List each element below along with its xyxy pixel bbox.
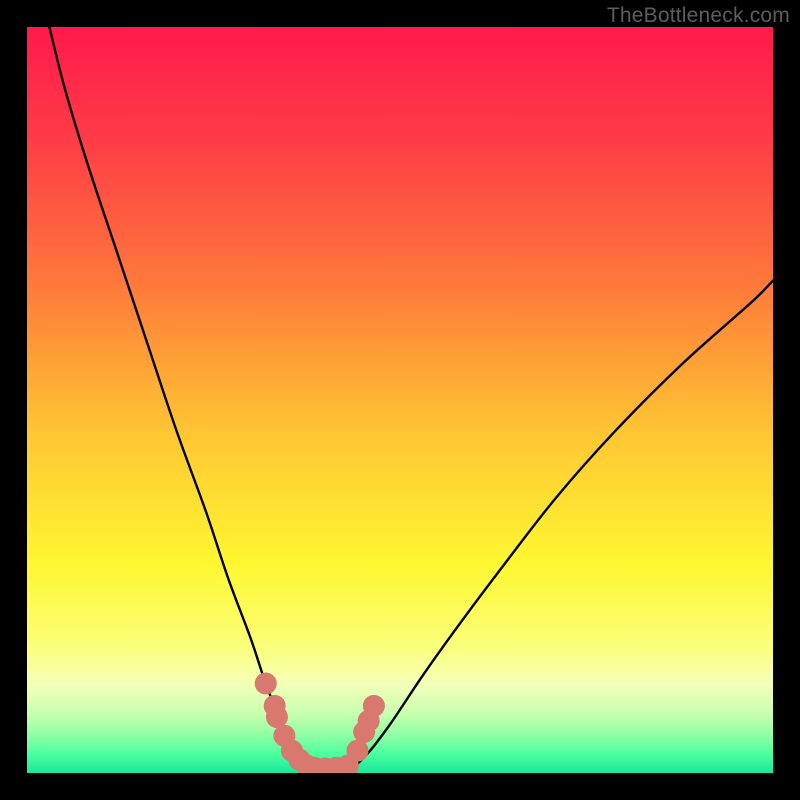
chart-frame: TheBottleneck.com [0,0,800,800]
heat-gradient-background [27,27,773,773]
plot-area [27,27,773,773]
watermark-text: TheBottleneck.com [607,4,790,28]
